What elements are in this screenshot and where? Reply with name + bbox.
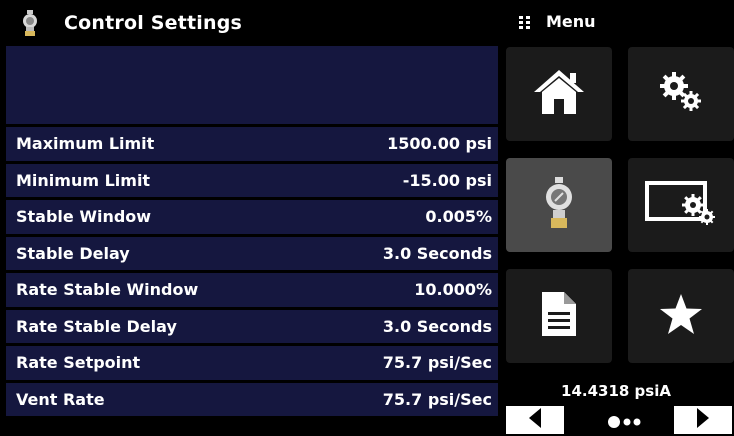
menu-header: Menu: [498, 0, 734, 42]
next-page-button[interactable]: [674, 406, 732, 434]
star-icon: [659, 293, 703, 339]
regulator-icon: [20, 10, 40, 36]
grip-icon: [518, 14, 532, 29]
regulator-icon: [544, 177, 574, 233]
page-header: Control Settings: [6, 0, 496, 46]
setting-label: Vent Rate: [16, 389, 105, 409]
setting-row-stable-window[interactable]: Stable Window 0.005%: [6, 200, 498, 234]
setting-value: 75.7 psi/Sec: [382, 353, 492, 373]
menu-title: Menu: [546, 11, 596, 31]
menu-tile-control[interactable]: [506, 158, 612, 252]
setting-value: 3.0 Seconds: [382, 316, 492, 336]
settings-list: Maximum Limit 1500.00 psi Minimum Limit …: [6, 127, 498, 416]
menu-tile-documents[interactable]: [506, 269, 612, 363]
setting-label: Stable Window: [16, 207, 152, 227]
menu-tile-home[interactable]: [506, 47, 612, 141]
info-panel: [6, 46, 498, 124]
menu-tile-display-settings[interactable]: [628, 158, 734, 252]
monitor-gears-icon: [645, 179, 717, 231]
setting-label: Rate Setpoint: [16, 353, 141, 373]
setting-row-minimum-limit[interactable]: Minimum Limit -15.00 psi: [6, 163, 498, 197]
setting-row-rate-setpoint[interactable]: Rate Setpoint 75.7 psi/Sec: [6, 346, 498, 380]
page-indicator: [596, 414, 656, 428]
setting-value: -15.00 psi: [402, 170, 492, 190]
setting-row-rate-stable-delay[interactable]: Rate Stable Delay 3.0 Seconds: [6, 309, 498, 343]
setting-value: 0.005%: [425, 207, 492, 227]
menu-tile-settings[interactable]: [628, 47, 734, 141]
previous-page-button[interactable]: [506, 406, 564, 434]
setting-value: 3.0 Seconds: [382, 243, 492, 263]
menu-panel: Menu 14.4318 psiA: [498, 0, 734, 436]
setting-row-vent-rate[interactable]: Vent Rate 75.7 psi/Sec: [6, 382, 498, 416]
setting-value: 10.000%: [414, 280, 492, 300]
arrow-right-icon: [696, 408, 710, 432]
page-title: Control Settings: [64, 12, 243, 34]
arrow-left-icon: [528, 408, 542, 432]
setting-value: 75.7 psi/Sec: [382, 389, 492, 409]
setting-row-rate-stable-window[interactable]: Rate Stable Window 10.000%: [6, 273, 498, 307]
gears-icon: [656, 70, 706, 118]
setting-row-maximum-limit[interactable]: Maximum Limit 1500.00 psi: [6, 127, 498, 161]
setting-label: Minimum Limit: [16, 170, 151, 190]
setting-label: Stable Delay: [16, 243, 130, 263]
setting-label: Rate Stable Window: [16, 280, 199, 300]
home-icon: [532, 68, 586, 120]
page-navigator: [506, 406, 732, 434]
menu-tile-favorites[interactable]: [628, 269, 734, 363]
document-icon: [542, 292, 576, 340]
setting-value: 1500.00 psi: [387, 134, 492, 154]
setting-label: Maximum Limit: [16, 134, 155, 154]
setting-row-stable-delay[interactable]: Stable Delay 3.0 Seconds: [6, 236, 498, 270]
settings-panel: Control Settings Maximum Limit 1500.00 p…: [6, 0, 498, 436]
pressure-readout: 14.4318 psiA: [561, 382, 671, 400]
setting-label: Rate Stable Delay: [16, 316, 177, 336]
